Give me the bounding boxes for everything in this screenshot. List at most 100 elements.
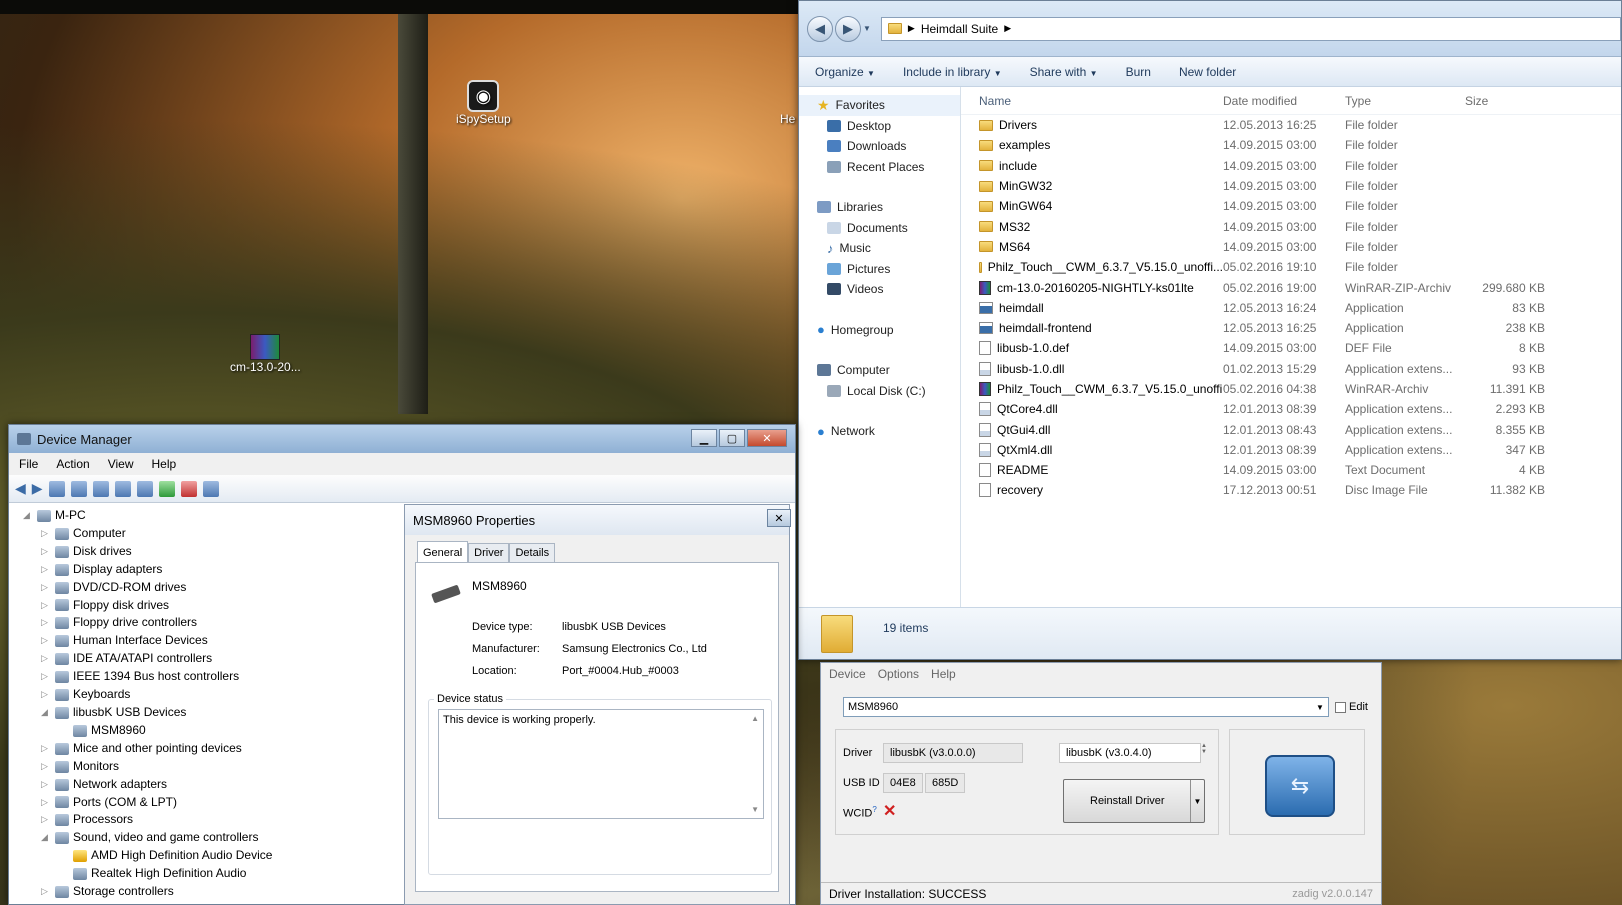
tree-expander-icon[interactable]: ◢ xyxy=(23,507,33,525)
tree-expander-icon[interactable]: ▷ xyxy=(41,614,51,632)
close-button[interactable]: ✕ xyxy=(767,509,791,527)
table-row[interactable]: Philz_Touch__CWM_6.3.7_V5.15.0_unoffi...… xyxy=(961,257,1621,277)
maximize-button[interactable]: ▢ xyxy=(719,429,745,447)
forward-button[interactable]: ▶ xyxy=(835,15,861,42)
desktop-icon-partial[interactable]: He xyxy=(780,112,795,126)
nav-computer[interactable]: Computer xyxy=(799,360,960,381)
col-name[interactable]: Name xyxy=(961,94,1223,108)
tree-expander-icon[interactable]: ◢ xyxy=(41,829,51,847)
tree-expander-icon[interactable]: ▷ xyxy=(41,758,51,776)
table-row[interactable]: QtCore4.dll 12.01.2013 08:39 Application e… xyxy=(961,399,1621,419)
table-row[interactable]: cm-13.0-20160205-NIGHTLY-ks01lte 05.02.20… xyxy=(961,277,1621,297)
table-row[interactable]: Philz_Touch__CWM_6.3.7_V5.15.0_unoffi...… xyxy=(961,379,1621,399)
nav-favorites[interactable]: ★ Favorites xyxy=(799,95,960,116)
tree-expander-icon[interactable]: ▷ xyxy=(41,543,51,561)
tree-expander-icon[interactable]: ▷ xyxy=(41,883,51,901)
desktop-icon-cm-archive[interactable]: cm-13.0-20... xyxy=(230,334,301,374)
menu-action[interactable]: Action xyxy=(56,457,89,471)
nav-libraries[interactable]: Libraries xyxy=(799,197,960,218)
table-row[interactable]: heimdall 12.05.2013 16:24 Application 83 KB xyxy=(961,298,1621,318)
menu-file[interactable]: File xyxy=(19,457,38,471)
device-status-text[interactable]: This device is working properly. ▲ ▼ xyxy=(438,709,764,819)
table-row[interactable]: heimdall-frontend 12.05.2013 16:25 Applica… xyxy=(961,318,1621,338)
include-in-library-button[interactable]: Include in library ▼ xyxy=(903,65,1002,79)
menu-view[interactable]: View xyxy=(108,457,134,471)
tree-expander-icon[interactable]: ▷ xyxy=(41,632,51,650)
nav-homegroup[interactable]: ● Homegroup xyxy=(799,320,960,341)
tree-expander-icon[interactable]: ▷ xyxy=(41,811,51,829)
table-row[interactable]: MinGW32 14.09.2015 03:00 File folder xyxy=(961,176,1621,196)
tree-expander-icon[interactable]: ▷ xyxy=(41,668,51,686)
nav-recent-places[interactable]: Recent Places xyxy=(799,157,960,178)
nav-documents[interactable]: Documents xyxy=(799,218,960,239)
scroll-up-icon[interactable]: ▲ xyxy=(751,714,759,723)
tree-expander-icon[interactable]: ◢ xyxy=(41,704,51,722)
new-folder-button[interactable]: New folder xyxy=(1179,65,1236,79)
tree-expander-icon[interactable]: ▷ xyxy=(41,561,51,579)
table-row[interactable]: recovery 17.12.2013 00:51 Disc Image File 1… xyxy=(961,480,1621,500)
wcid-help-link[interactable]: ? xyxy=(872,805,876,814)
menu-help[interactable]: Help xyxy=(152,457,177,471)
disable-icon[interactable] xyxy=(202,480,219,497)
minimize-button[interactable]: ▁ xyxy=(691,429,717,447)
breadcrumb-chevron-icon[interactable]: ▶ xyxy=(1004,23,1011,34)
tree-expander-icon[interactable]: ▷ xyxy=(41,686,51,704)
tree-expander-icon[interactable]: ▷ xyxy=(41,794,51,812)
col-size[interactable]: Size xyxy=(1465,94,1545,108)
table-row[interactable]: include 14.09.2015 03:00 File folder xyxy=(961,156,1621,176)
organize-button[interactable]: Organize ▼ xyxy=(815,65,875,79)
scan-hardware-icon[interactable] xyxy=(136,480,153,497)
tree-expander-icon[interactable]: ▷ xyxy=(41,597,51,615)
nav-network[interactable]: ● Network xyxy=(799,421,960,442)
col-type[interactable]: Type xyxy=(1345,94,1465,108)
view-icon[interactable] xyxy=(114,480,131,497)
nav-downloads[interactable]: Downloads xyxy=(799,136,960,157)
table-row[interactable]: libusb-1.0.def 14.09.2015 03:00 DEF File 8 … xyxy=(961,338,1621,358)
breadcrumb-heimdall-suite[interactable]: Heimdall Suite xyxy=(921,22,998,36)
device-select[interactable]: MSM8960 ▼ xyxy=(843,697,1329,717)
reinstall-driver-button[interactable]: Reinstall Driver ▼ xyxy=(1063,779,1205,823)
spin-down-icon[interactable]: ▼ xyxy=(1201,749,1213,755)
tree-expander-icon[interactable]: ▷ xyxy=(41,579,51,597)
scroll-down-icon[interactable]: ▼ xyxy=(751,805,759,814)
address-box[interactable]: ▶ Heimdall Suite ▶ xyxy=(880,16,1621,41)
tab-general[interactable]: General xyxy=(417,541,469,562)
table-row[interactable]: README 14.09.2015 03:00 Text Document 4 KB xyxy=(961,460,1621,480)
table-row[interactable]: Drivers 12.05.2013 16:25 File folder xyxy=(961,115,1621,135)
nav-desktop[interactable]: Desktop xyxy=(799,116,960,137)
table-row[interactable]: libusb-1.0.dll 01.02.2013 15:29 Applicatio… xyxy=(961,359,1621,379)
tree-expander-icon[interactable]: ▷ xyxy=(41,650,51,668)
update-driver-icon[interactable] xyxy=(158,480,175,497)
table-row[interactable]: MS64 14.09.2015 03:00 File folder xyxy=(961,237,1621,257)
table-row[interactable]: MinGW64 14.09.2015 03:00 File folder xyxy=(961,196,1621,216)
target-driver-field[interactable]: libusbK (v3.0.4.0) xyxy=(1059,743,1201,763)
properties-icon[interactable] xyxy=(70,480,87,497)
nav-local-disk[interactable]: Local Disk (C:) xyxy=(799,381,960,402)
share-with-button[interactable]: Share with ▼ xyxy=(1030,65,1098,79)
col-date-modified[interactable]: Date modified xyxy=(1223,94,1345,108)
tree-expander-icon[interactable]: ▷ xyxy=(41,525,51,543)
menu-options[interactable]: Options xyxy=(878,667,919,681)
show-hide-console-tree-icon[interactable] xyxy=(48,480,65,497)
nav-videos[interactable]: Videos xyxy=(799,279,960,300)
burn-button[interactable]: Burn xyxy=(1126,65,1151,79)
forward-arrow-icon[interactable]: ▶ xyxy=(32,480,43,497)
desktop-icon-ispysetup[interactable]: ◉ iSpySetup xyxy=(456,80,511,126)
tab-driver[interactable]: Driver xyxy=(468,543,510,562)
nav-music[interactable]: ♪ Music xyxy=(799,238,960,259)
tree-expander-icon[interactable]: ▷ xyxy=(41,740,51,758)
table-row[interactable]: QtXml4.dll 12.01.2013 08:39 Application ex… xyxy=(961,440,1621,460)
back-arrow-icon[interactable]: ◀ xyxy=(15,480,26,497)
uninstall-icon[interactable] xyxy=(180,480,197,497)
driver-spinner[interactable]: ▲ ▼ xyxy=(1201,743,1213,763)
menu-device[interactable]: Device xyxy=(829,667,866,681)
table-row[interactable]: examples 14.09.2015 03:00 File folder xyxy=(961,135,1621,155)
table-row[interactable]: QtGui4.dll 12.01.2013 08:43 Application ex… xyxy=(961,419,1621,439)
nav-pictures[interactable]: Pictures xyxy=(799,259,960,280)
table-row[interactable]: MS32 14.09.2015 03:00 File folder xyxy=(961,216,1621,236)
tab-details[interactable]: Details xyxy=(509,543,556,562)
reinstall-options-chevron-icon[interactable]: ▼ xyxy=(1190,780,1204,822)
recent-pages-chevron-icon[interactable]: ▼ xyxy=(863,24,871,33)
back-button[interactable]: ◀ xyxy=(807,15,833,42)
edit-checkbox[interactable]: Edit xyxy=(1335,701,1368,713)
